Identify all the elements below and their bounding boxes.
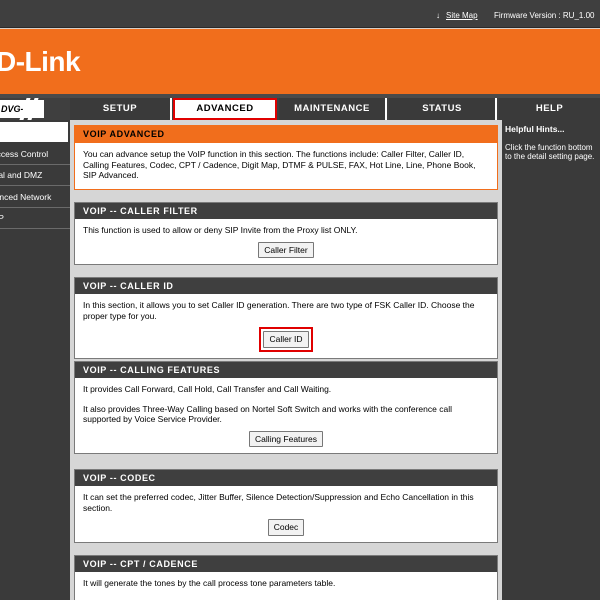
sitemap-link[interactable]: Site Map — [446, 11, 478, 20]
calling-features-button[interactable]: Calling Features — [249, 430, 323, 447]
sitemap-icon: ↓ — [436, 11, 440, 20]
cpt-cadence-section: VOIP -- CPT / CADENCE It will generate t… — [74, 555, 498, 600]
sidebar-item-virtual-dmz[interactable]: Virtual and DMZ — [0, 165, 70, 186]
tab-advanced[interactable]: ADVANCED — [173, 98, 277, 120]
caller-filter-button[interactable]: Caller Filter — [258, 241, 314, 258]
sidebar-header — [0, 122, 68, 142]
section-description: In this section, it allows you to set Ca… — [83, 300, 475, 321]
sidebar-item-advanced-network[interactable]: Advanced Network — [0, 187, 70, 208]
section-description: It can set the preferred codec, Jitter B… — [83, 492, 474, 513]
section-title: VOIP ADVANCED — [75, 126, 497, 143]
dlink-logo: D-Link — [0, 46, 81, 77]
section-title: VOIP -- CALLER FILTER — [75, 203, 497, 219]
helpful-hints-panel: Helpful Hints... Click the function bott… — [502, 120, 600, 600]
voip-advanced-section: VOIP ADVANCED You can advance setup the … — [74, 125, 498, 190]
section-description: This function is used to allow or deny S… — [83, 225, 358, 235]
codec-button[interactable]: Codec — [267, 519, 305, 536]
section-description-2: It also provides Three-Way Calling based… — [83, 403, 452, 425]
tab-setup[interactable]: SETUP — [70, 98, 172, 120]
main-content: VOIP ADVANCED You can advance setup the … — [70, 120, 502, 600]
tab-status[interactable]: STATUS — [389, 98, 497, 120]
calling-features-section: VOIP -- CALLING FEATURES It provides Cal… — [74, 361, 498, 454]
section-description: It will generate the tones by the call p… — [83, 578, 336, 588]
brand-banner: D-Link — [0, 28, 600, 94]
tab-help[interactable]: HELP — [499, 98, 600, 120]
section-title: VOIP -- CODEC — [75, 470, 497, 486]
section-description: It provides Call Forward, Call Hold, Cal… — [83, 384, 332, 394]
sidebar: Access Control Virtual and DMZ Advanced … — [0, 120, 70, 600]
highlight-box: Caller ID — [259, 327, 313, 352]
hints-title: Helpful Hints... — [505, 124, 565, 134]
caller-filter-section: VOIP -- CALLER FILTER This function is u… — [74, 202, 498, 265]
sidebar-item-access-control[interactable]: Access Control — [0, 144, 70, 165]
hints-text: Click the function bottom to the detail … — [505, 143, 595, 161]
top-bar: ↓ Site Map Firmware Version : RU_1.00 — [0, 0, 600, 28]
sidebar-item-voip[interactable]: VoIP — [0, 208, 70, 229]
tab-maintenance[interactable]: MAINTENANCE — [279, 98, 387, 120]
section-title: VOIP -- CPT / CADENCE — [75, 556, 497, 572]
firmware-version: Firmware Version : RU_1.00 — [494, 11, 595, 20]
section-title: VOIP -- CALLER ID — [75, 278, 497, 294]
caller-id-button[interactable]: Caller ID — [263, 331, 309, 348]
section-title: VOIP -- CALLING FEATURES — [75, 362, 497, 378]
codec-section: VOIP -- CODEC It can set the preferred c… — [74, 469, 498, 543]
caller-id-section: VOIP -- CALLER ID In this section, it al… — [74, 277, 498, 359]
main-nav: DVG-N5402SP SETUP ADVANCED MAINTENANCE S… — [0, 98, 600, 120]
section-description: You can advance setup the VoIP function … — [83, 149, 476, 180]
